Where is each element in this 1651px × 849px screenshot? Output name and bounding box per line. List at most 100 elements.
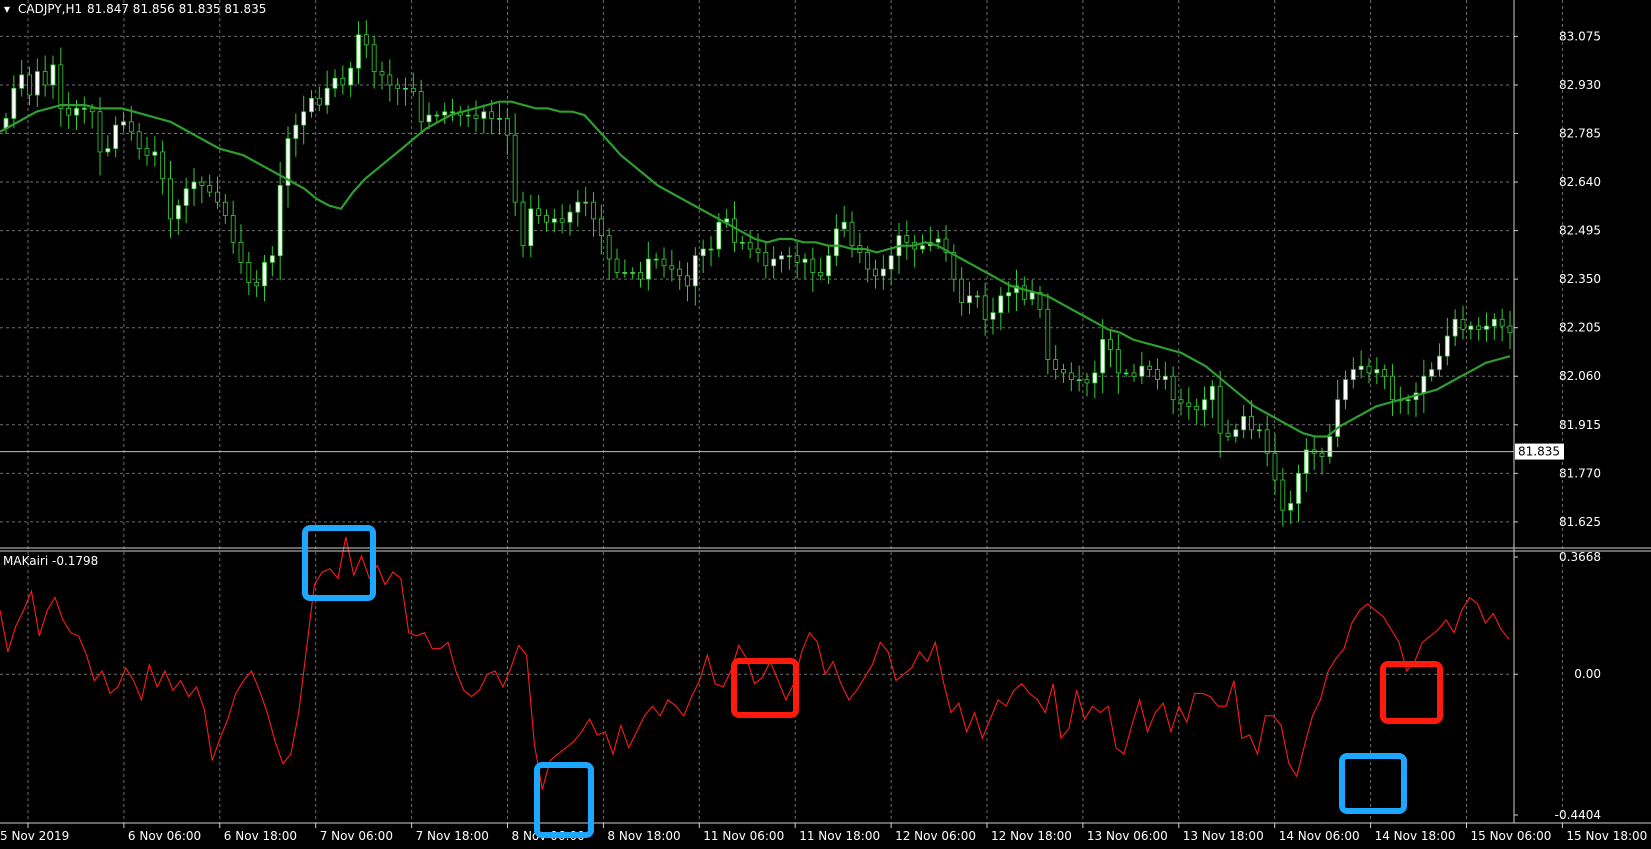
candle-body — [1491, 318, 1497, 327]
candle-body — [1115, 349, 1121, 374]
candle-body — [1390, 375, 1395, 401]
candle-body — [207, 185, 213, 193]
candle-body — [630, 272, 636, 274]
candle-body — [34, 71, 40, 96]
candle-body — [873, 268, 878, 277]
price-tick-label: 82.640 — [1559, 175, 1601, 189]
price-tick-label: 82.350 — [1559, 272, 1601, 286]
candle-body — [199, 181, 205, 186]
candle-body — [716, 221, 722, 250]
candle-body — [301, 111, 307, 126]
candle-body — [739, 241, 745, 244]
candle-body — [371, 44, 377, 72]
candle-body — [1343, 379, 1348, 401]
candle-body — [136, 131, 142, 149]
candle-body — [1123, 372, 1129, 375]
candle-body — [638, 272, 643, 280]
candle-body — [1217, 385, 1223, 434]
time-tick-label: 6 Nov 06:00 — [128, 829, 201, 843]
candle-body — [904, 235, 910, 243]
candle-body — [175, 205, 181, 220]
time-tick-label: 14 Nov 06:00 — [1279, 829, 1360, 843]
candle-body — [42, 71, 48, 86]
candle-body — [677, 268, 683, 277]
candle-body — [559, 218, 565, 223]
candle-body — [504, 118, 510, 136]
time-tick-label: 6 Nov 18:00 — [224, 829, 297, 843]
candle-body — [215, 191, 220, 203]
candle-body — [183, 188, 189, 206]
price-tick-label: 83.075 — [1559, 29, 1601, 43]
candle-body — [50, 64, 56, 86]
candle-body — [309, 97, 314, 113]
candle-body — [622, 272, 628, 274]
candle-body — [363, 34, 369, 46]
price-tick-label: 81.625 — [1559, 515, 1601, 529]
candle-body — [191, 181, 197, 190]
candle-body — [1444, 335, 1450, 357]
candle-body — [708, 248, 714, 251]
candle-body — [826, 255, 831, 277]
indicator-tick-label: 0.3668 — [1559, 550, 1601, 564]
time-tick-label: 11 Nov 18:00 — [799, 829, 880, 843]
candle-body — [888, 255, 894, 270]
candle-body — [410, 87, 416, 93]
candle-body — [1335, 399, 1341, 437]
chart-menu-arrow-icon[interactable]: ▾ — [4, 2, 10, 16]
candle-body — [222, 201, 228, 216]
candle-body — [332, 77, 338, 89]
candle-body — [1084, 379, 1090, 384]
symbol-label: CADJPY,H1 — [18, 2, 82, 16]
price-tick-label: 82.495 — [1559, 224, 1601, 238]
candle-body — [230, 215, 236, 243]
time-tick-label: 14 Nov 18:00 — [1375, 829, 1456, 843]
candle-body — [653, 258, 659, 261]
candle-body — [1288, 503, 1294, 511]
candle-body — [1303, 449, 1309, 474]
candle-body — [356, 34, 361, 69]
time-tick-label: 13 Nov 06:00 — [1087, 829, 1168, 843]
candle-body — [168, 178, 173, 220]
candle-body — [324, 87, 330, 106]
price-tick-label: 81.915 — [1559, 418, 1601, 432]
indicator-tick-label: 0.00 — [1574, 667, 1601, 681]
time-tick-label: 8 Nov 18:00 — [607, 829, 680, 843]
current-price-label: 81.835 — [1518, 445, 1560, 459]
time-tick-label: 7 Nov 18:00 — [416, 829, 489, 843]
candle-body — [1382, 369, 1388, 377]
candle-body — [591, 201, 596, 220]
candle-body — [818, 272, 824, 277]
candle-body — [583, 201, 589, 204]
candle-body — [1225, 432, 1231, 437]
candle-body — [348, 67, 354, 86]
price-chart-canvas[interactable]: 83.075 82.930 82.785 82.640 82.495 82.350 82.2… — [0, 0, 1651, 849]
candle-body — [481, 111, 487, 119]
candle-body — [567, 211, 573, 223]
candle-body — [58, 64, 64, 109]
candle-body — [1280, 479, 1286, 511]
candle-body — [1029, 292, 1035, 300]
candle-body — [967, 295, 972, 303]
time-tick-label: 5 Nov 2019 — [0, 829, 69, 843]
candle-body — [1484, 325, 1489, 330]
candle-body — [1162, 375, 1168, 380]
candle-body — [841, 221, 847, 230]
candle-body — [89, 107, 95, 113]
candle-body — [340, 77, 346, 86]
candle-body — [1068, 372, 1074, 380]
price-tick-label: 82.930 — [1559, 78, 1601, 92]
candle-body — [544, 215, 549, 223]
candle-body — [849, 221, 855, 247]
candle-body — [865, 251, 871, 270]
candle-body — [1296, 472, 1301, 504]
candle-body — [254, 282, 260, 287]
candle-body — [536, 208, 542, 216]
candle-body — [1507, 325, 1513, 334]
candle-body — [27, 74, 32, 96]
time-tick-label: 15 Nov 18:00 — [1566, 829, 1647, 843]
candle-body — [786, 255, 792, 258]
price-tick-label: 81.770 — [1559, 466, 1601, 480]
candle-body — [450, 111, 455, 114]
candle-body — [606, 235, 612, 260]
candle-body — [669, 265, 675, 270]
